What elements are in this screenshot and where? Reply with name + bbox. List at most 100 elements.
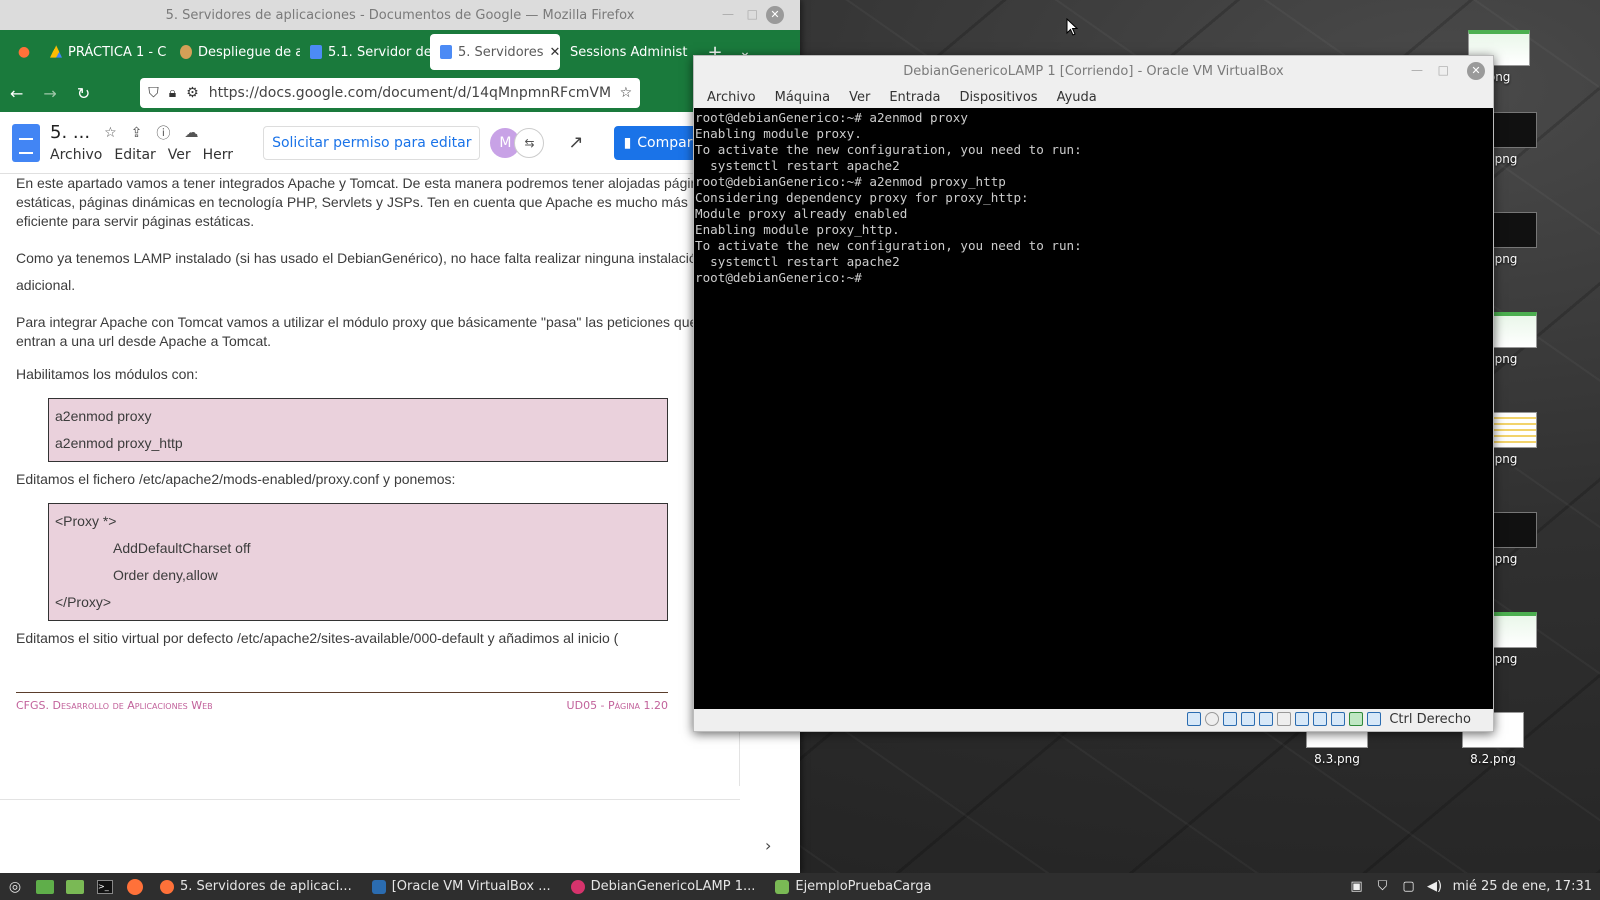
doc-title-row: 5. ... ☆ ⇪ ⓘ ☁ bbox=[50, 122, 233, 143]
doc-paragraph: Como ya tenemos LAMP instalado (si has u… bbox=[16, 250, 705, 293]
shared-folders-icon[interactable] bbox=[1277, 712, 1292, 726]
start-menu-icon[interactable]: ◎ bbox=[4, 877, 26, 897]
lock-icon[interactable]: 🔒︎ bbox=[169, 85, 176, 101]
tab-practica[interactable]: PRÁCTICA 1 - C bbox=[40, 34, 170, 70]
docs-icon bbox=[310, 45, 322, 59]
terminal-icon[interactable]: >_ bbox=[94, 877, 116, 897]
display-icon[interactable] bbox=[1295, 712, 1310, 726]
firefox-icon bbox=[160, 879, 174, 894]
firefox-titlebar[interactable]: 5. Servidores de aplicaciones - Document… bbox=[0, 0, 800, 30]
firefox-launcher-icon[interactable] bbox=[124, 877, 146, 897]
desktop-file-label: png bbox=[1494, 352, 1518, 366]
close-icon[interactable]: ✕ bbox=[766, 6, 784, 24]
forward-icon[interactable]: → bbox=[43, 84, 56, 103]
docs-title-block: 5. ... ☆ ⇪ ⓘ ☁ Archivo Editar Ver Herr bbox=[50, 122, 233, 163]
menu-dispositivos[interactable]: Dispositivos bbox=[959, 90, 1037, 105]
usb-icon[interactable] bbox=[1259, 712, 1274, 726]
keyboard-capture-icon[interactable] bbox=[1367, 712, 1382, 726]
taskbar-item-firefox[interactable]: 5. Servidores de aplicaci... bbox=[150, 873, 362, 900]
close-icon[interactable]: ✕ bbox=[1467, 62, 1485, 80]
terminal-line: Enabling module proxy. bbox=[695, 126, 862, 141]
minimize-icon[interactable]: — bbox=[722, 7, 734, 21]
menu-ver[interactable]: Ver bbox=[168, 147, 191, 163]
virtualbox-status-bar: Ctrl Derecho bbox=[694, 707, 1493, 731]
maximize-icon[interactable]: □ bbox=[747, 7, 758, 21]
meeting-icon[interactable]: ⇆ bbox=[514, 127, 545, 158]
code-line: a2enmod proxy bbox=[55, 408, 152, 424]
guest-additions-icon[interactable] bbox=[1349, 712, 1364, 726]
info-icon[interactable]: ⓘ bbox=[156, 123, 170, 143]
menu-entrada[interactable]: Entrada bbox=[889, 90, 940, 105]
terminal-line: root@debianGenerico:~# a2enmod proxy_htt… bbox=[695, 174, 1006, 189]
taskbar-item-vm[interactable]: DebianGenericoLAMP 1... bbox=[561, 873, 766, 900]
recording-icon[interactable] bbox=[1313, 712, 1328, 726]
star-icon[interactable]: ☆ bbox=[104, 125, 117, 141]
display-icon[interactable]: ▢ bbox=[1401, 879, 1417, 895]
chevron-right-icon[interactable]: › bbox=[765, 836, 771, 855]
tab-sessions[interactable]: Sessions Administ bbox=[560, 34, 690, 70]
hard-disk-icon[interactable] bbox=[1187, 712, 1202, 726]
share-button[interactable]: ▮ Compar bbox=[613, 125, 703, 160]
menu-maquina[interactable]: Máquina bbox=[775, 90, 831, 105]
shield-icon[interactable]: ⛉ bbox=[1375, 879, 1391, 895]
menu-herramientas[interactable]: Herr bbox=[203, 147, 233, 163]
terminal-line: To activate the new configuration, you n… bbox=[695, 142, 1082, 157]
site-icon bbox=[180, 45, 192, 59]
minimize-icon[interactable]: — bbox=[1411, 63, 1423, 77]
clock[interactable]: mié 25 de ene, 17:31 bbox=[1453, 879, 1592, 894]
menu-editar[interactable]: Editar bbox=[114, 147, 155, 163]
menu-ver[interactable]: Ver bbox=[849, 90, 870, 105]
move-to-drive-icon[interactable]: ⇪ bbox=[131, 125, 143, 141]
tab-servidores-active[interactable]: 5. Servidores ✕ bbox=[430, 34, 560, 70]
request-edit-button[interactable]: Solicitar permiso para editar bbox=[263, 125, 481, 160]
firefox-menu-icon[interactable]: ● bbox=[12, 42, 36, 62]
code-block: a2enmod proxy a2enmod proxy_http bbox=[48, 398, 668, 462]
permissions-icon[interactable]: ⚙ bbox=[186, 85, 199, 101]
vm-terminal-screen[interactable]: root@debianGenerico:~# a2enmod proxy Ena… bbox=[694, 108, 1493, 709]
menu-ayuda[interactable]: Ayuda bbox=[1057, 90, 1097, 105]
url-text[interactable]: https://docs.google.com/document/d/14qMn… bbox=[209, 85, 610, 101]
doc-title[interactable]: 5. ... bbox=[50, 122, 90, 143]
bookmark-star-icon[interactable]: ☆ bbox=[620, 85, 633, 101]
virtualbox-menu-bar: Archivo Máquina Ver Entrada Dispositivos… bbox=[694, 86, 1493, 108]
document-canvas[interactable]: En este apartado vamos a tener integrado… bbox=[0, 175, 740, 786]
lock-icon: ▮ bbox=[623, 134, 632, 151]
folder-icon bbox=[775, 879, 790, 894]
menu-archivo[interactable]: Archivo bbox=[50, 147, 102, 163]
files-icon[interactable] bbox=[64, 877, 86, 897]
activity-trend-icon[interactable]: ↗ bbox=[568, 132, 583, 153]
tab-close-icon[interactable]: ✕ bbox=[549, 45, 560, 60]
audio-icon[interactable] bbox=[1223, 712, 1238, 726]
taskbar-item-label: EjemploPruebaCarga bbox=[795, 879, 932, 894]
tab-despliegue[interactable]: Despliegue de a bbox=[170, 34, 300, 70]
tab-bar: ● PRÁCTICA 1 - C Despliegue de a 5.1. Se… bbox=[0, 30, 800, 74]
back-icon[interactable]: ← bbox=[10, 84, 23, 103]
taskbar-item-virtualbox-manager[interactable]: [Oracle VM VirtualBox ... bbox=[362, 873, 561, 900]
virtualization-icon[interactable] bbox=[1331, 712, 1346, 726]
code-line: <Proxy *> bbox=[55, 513, 117, 529]
maximize-icon[interactable]: □ bbox=[1438, 63, 1449, 77]
google-docs-logo-icon[interactable] bbox=[12, 123, 40, 162]
tab-label: 5. Servidores bbox=[458, 44, 544, 60]
tab-label: PRÁCTICA 1 - C bbox=[68, 44, 167, 60]
reload-icon[interactable]: ↻ bbox=[77, 84, 90, 103]
page-footer: CFGS. Desarrollo de Aplicaciones Web UD0… bbox=[16, 692, 668, 712]
taskbar-item-folder[interactable]: EjemploPruebaCarga bbox=[765, 873, 941, 900]
firefox-window: 5. Servidores de aplicaciones - Document… bbox=[0, 0, 800, 873]
shield-icon[interactable]: ⛉ bbox=[148, 85, 159, 101]
cloud-status-icon[interactable]: ☁ bbox=[184, 125, 198, 141]
window-title: 5. Servidores de aplicaciones - Document… bbox=[165, 7, 635, 23]
url-bar[interactable]: ⛉ 🔒︎ ⚙ https://docs.google.com/document/… bbox=[140, 78, 641, 108]
show-desktop-icon[interactable] bbox=[34, 877, 56, 897]
volume-icon[interactable]: ◀) bbox=[1427, 879, 1443, 895]
tab-servidor[interactable]: 5.1. Servidor de bbox=[300, 34, 430, 70]
code-line: AddDefaultCharset off bbox=[113, 540, 251, 556]
menu-archivo[interactable]: Archivo bbox=[707, 90, 756, 105]
optical-drive-icon[interactable] bbox=[1205, 712, 1220, 726]
terminal-line: systemctl restart apache2 bbox=[695, 254, 900, 269]
network-icon[interactable] bbox=[1241, 712, 1256, 726]
clipboard-icon[interactable]: ▣ bbox=[1349, 879, 1365, 895]
virtualbox-titlebar[interactable]: DebianGenericoLAMP 1 [Corriendo] - Oracl… bbox=[694, 56, 1493, 86]
docs-menu-bar: Archivo Editar Ver Herr bbox=[50, 147, 233, 163]
terminal-line: Considering dependency proxy for proxy_h… bbox=[695, 190, 1029, 205]
